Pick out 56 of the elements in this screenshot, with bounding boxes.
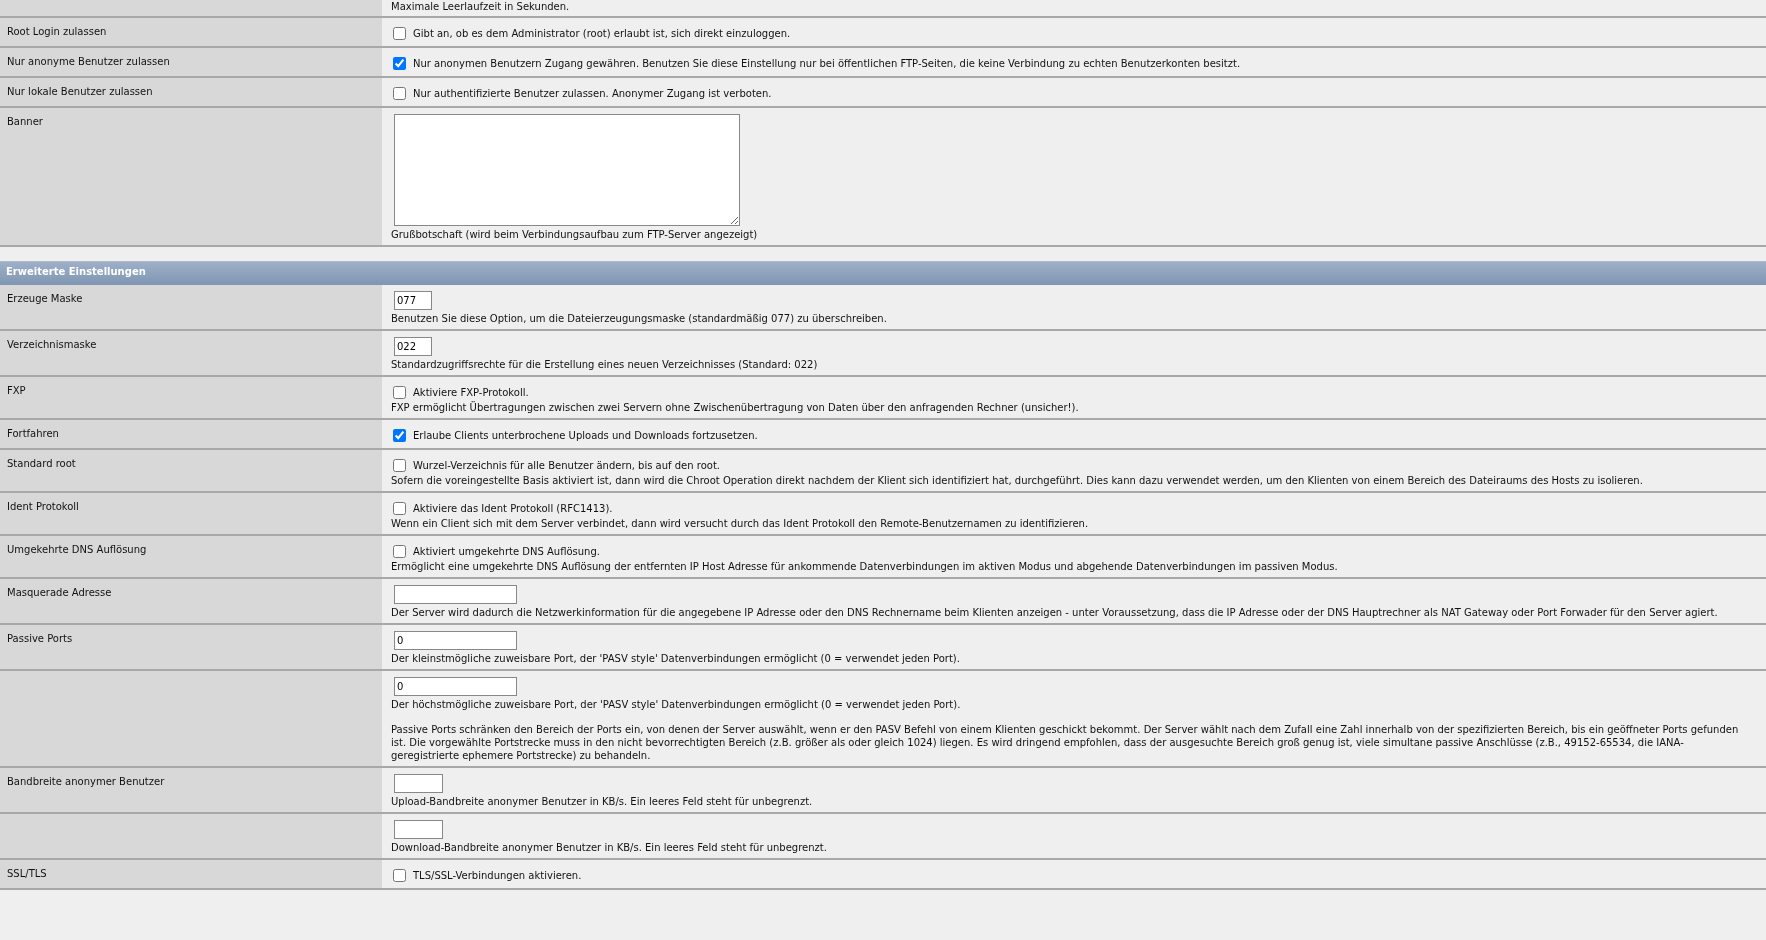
setting-label: Verzeichnismaske [0, 331, 382, 375]
setting-label: Nur lokale Benutzer zulassen [0, 78, 382, 106]
setting-label: Erzeuge Maske [0, 285, 382, 329]
help-text: Der kleinstmögliche zuweisbare Port, der 'PASV style' Datenverbindungen ermöglicht (0 = verwendet jeden Port). [391, 652, 961, 665]
checkbox[interactable] [393, 502, 406, 515]
setting-label: Umgekehrte DNS Auflösung [0, 536, 382, 577]
section-header: Erweiterte Einstellungen [0, 261, 1766, 285]
setting-label: Nur anonyme Benutzer zulassen [0, 48, 382, 76]
help-text: Grußbotschaft (wird beim Verbindungsaufbau zum FTP-Server angezeigt) [391, 228, 759, 241]
input-field[interactable]: 0 [394, 677, 517, 696]
checkbox-label: Gibt an, ob es dem Administrator (root) erlaubt ist, sich direkt einzuloggen. [413, 27, 791, 40]
setting-label: Banner [0, 108, 382, 245]
input-field[interactable]: 077 [394, 291, 432, 310]
setting-label: Masquerade Adresse [0, 579, 382, 623]
help-text: FXP ermöglicht Übertragungen zwischen zwei Servern ohne Zwischenübertragung von Daten über den anfragenden Rechner (unsicher!). [391, 401, 1080, 414]
checkbox-label: Nur anonymen Benutzern Zugang gewähren. Benutzen Sie diese Einstellung nur bei öffentlichen FTP-Seiten, die keine Verbindung zu echten Benutzerkonten besitzt. [413, 57, 1241, 70]
setting-label: FXP [0, 377, 382, 418]
help-text: Der Server wird dadurch die Netzwerkinformation für die angegebene IP Adresse oder den DNS Rechnername beim Klienten anzeigen - unter Voraussetzung, dass die IP Adresse oder der DNS Hauptrechner als NAT Gateway oder Port Forwader für den Server agiert. [391, 606, 1719, 619]
input-field[interactable] [394, 820, 443, 839]
setting-label: Bandbreite anonymer Benutzer [0, 768, 382, 812]
checkbox-label: Aktiviere FXP-Protokoll. [413, 386, 529, 399]
checkbox[interactable] [393, 386, 406, 399]
help-text: Maximale Leerlaufzeit in Sekunden. [391, 0, 571, 13]
help-text: Standardzugriffsrechte für die Erstellung eines neuen Verzeichnisses (Standard: 022) [391, 358, 819, 371]
setting-label: Fortfahren [0, 420, 382, 448]
checkbox[interactable] [393, 87, 406, 100]
setting-label: Root Login zulassen [0, 18, 382, 46]
help-text: Sofern die voreingestellte Basis aktiviert ist, dann wird die Chroot Operation direkt nachdem der Klient sich identifiziert hat, durchgeführt. Dies kann dazu verwendet werden, um den Klienten von einem Bereich des Dateiraums des Hosts zu isolieren. [391, 474, 1644, 487]
checkbox-label: Aktiviere das Ident Protokoll (RFC1413). [413, 502, 613, 515]
help-text: Wenn ein Client sich mit dem Server verbindet, dann wird versucht durch das Ident Protokoll den Remote-Benutzernamen zu identifizieren. [391, 517, 1090, 530]
checkbox-label: TLS/SSL-Verbindungen aktivieren. [413, 869, 582, 882]
checkbox[interactable] [393, 545, 406, 558]
checkbox-label: Erlaube Clients unterbrochene Uploads und Downloads fortzusetzen. [413, 429, 758, 442]
help-text: Download-Bandbreite anonymer Benutzer in KB/s. Ein leeres Feld steht für unbegrenzt. [391, 841, 828, 854]
setting-label: SSL/TLS [0, 860, 382, 888]
setting-label: Standard root [0, 450, 382, 491]
checkbox-label: Nur authentifizierte Benutzer zulassen. Anonymer Zugang ist verboten. [413, 87, 772, 100]
checkbox-label: Aktiviert umgekehrte DNS Auflösung. [413, 545, 600, 558]
setting-label: Ident Protokoll [0, 493, 382, 534]
input-field[interactable] [394, 585, 517, 604]
help-paragraph: Passive Ports schränken den Bereich der Ports ein, von denen der Server auswählt, wenn er den PASV Befehl von einem Klienten geschickt bekommt. Der Server wählt nach dem Zufall eine Zahl innerhalb von der spezifizierten Bereich, bis ein geöffneter Ports gefunden ist. Die vorgewählte Portstrecke muss in den nicht bevorrechtigten Bereich (z.B. größer als oder gleich 1024) liegen. Es wird dringend empfohlen, dass der ausgesuchte Bereich groß genug ist, viele simultane passive Anschlüsse (z.B., 49152-65534, die IANA-geregistrierte ephemere Portstrecke) zu behandeln. [391, 723, 1740, 762]
banner-text-area[interactable] [394, 114, 740, 226]
help-text: Der höchstmögliche zuweisbare Port, der 'PASV style' Datenverbindungen ermöglicht (0 = verwendet jeden Port). [391, 698, 962, 711]
help-text: Ermöglicht eine umgekehrte DNS Auflösung der entfernten IP Host Adresse für ankommende Datenverbindungen im aktiven Modus und abgehende Datenverbindungen im passiven Modus. [391, 560, 1339, 573]
checkbox[interactable] [393, 27, 406, 40]
checkbox[interactable] [393, 429, 406, 442]
checkbox[interactable] [393, 869, 406, 882]
input-field[interactable]: 022 [394, 337, 432, 356]
input-field[interactable] [394, 774, 443, 793]
help-text: Upload-Bandbreite anonymer Benutzer in KB/s. Ein leeres Feld steht für unbegrenzt. [391, 795, 814, 808]
setting-label: Passive Ports [0, 625, 382, 669]
checkbox[interactable] [393, 57, 406, 70]
help-text: Benutzen Sie diese Option, um die Dateierzeugungsmaske (standardmäßig 077) zu überschreiben. [391, 312, 888, 325]
checkbox-label: Wurzel-Verzeichnis für alle Benutzer ändern, bis auf den root. [413, 459, 721, 472]
input-field[interactable]: 0 [394, 631, 517, 650]
checkbox[interactable] [393, 459, 406, 472]
